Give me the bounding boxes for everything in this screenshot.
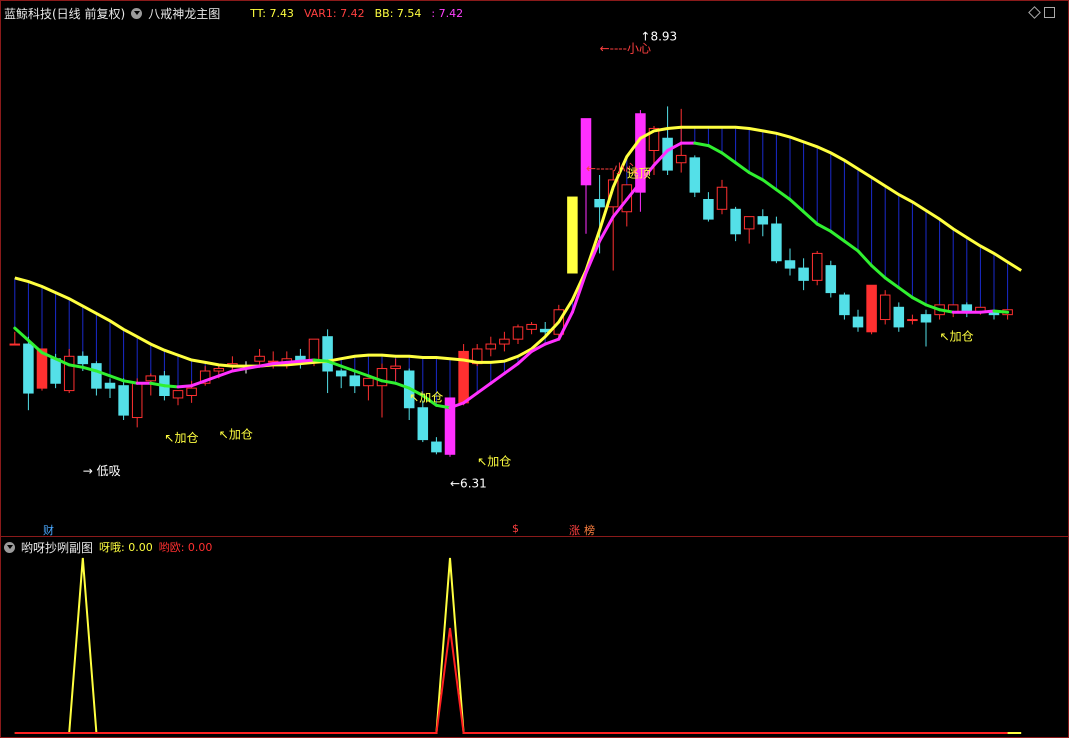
- indicator-value-3: : 7.42: [431, 6, 464, 20]
- marker-bang: 榜: [584, 524, 595, 537]
- sub-series-line: [14, 557, 1022, 734]
- sub-indicator-name[interactable]: 哟呀抄咧副图: [21, 539, 93, 556]
- main-header: 蓝鲸科技(日线 前复权) 八戒神龙主图 TT: 7.43 VAR1: 7.42 BB…: [4, 4, 463, 22]
- indicator-values: TT: 7.43 VAR1: 7.42 BB: 7.54 : 7.42: [250, 7, 463, 20]
- indicator-value-0: TT: 7.43: [250, 6, 294, 20]
- sub-header: 哟呀抄咧副图 呀哦: 0.00 哟欧: 0.00: [4, 539, 212, 555]
- indicator-name[interactable]: 八戒神龙主图: [148, 5, 220, 22]
- sub-indicator-menu-icon[interactable]: [4, 541, 15, 553]
- marker-zhang: 涨: [569, 524, 580, 537]
- indicator-menu-icon[interactable]: [131, 7, 143, 19]
- indicator-value-1: VAR1: 7.42: [303, 6, 365, 20]
- sub-series-line: [14, 627, 1008, 734]
- sub-chart[interactable]: [0, 0, 1069, 738]
- sub-indicator-values: 呀哦: 0.00 哟欧: 0.00: [99, 539, 212, 555]
- stock-title: 蓝鲸科技(日线 前复权): [4, 6, 126, 21]
- indicator-value-2: BB: 7.54: [374, 6, 422, 20]
- sub-indicator-value-1: 哟欧: 0.00: [158, 541, 213, 554]
- maximize-icon[interactable]: [1044, 7, 1055, 18]
- sub-indicator-value-0: 呀哦: 0.00: [99, 541, 153, 554]
- marker-dollar: $: [512, 522, 519, 535]
- marker-cai: 财: [43, 524, 54, 537]
